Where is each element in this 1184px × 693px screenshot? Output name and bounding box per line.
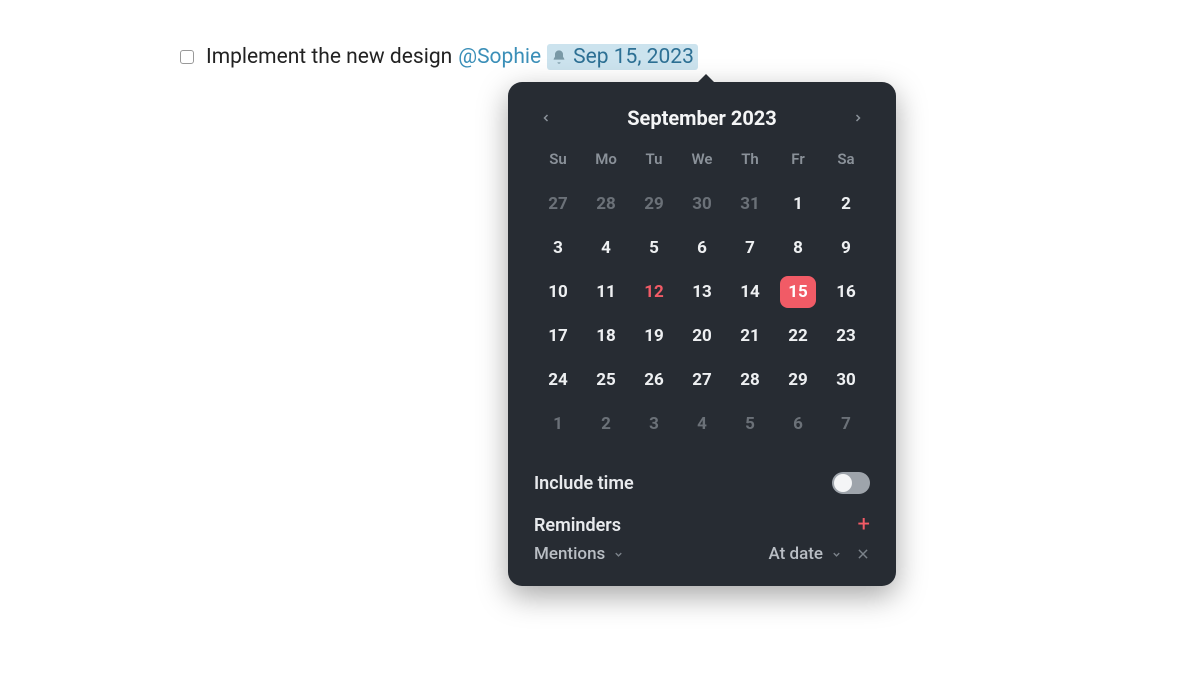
calendar-day[interactable]: 6 — [780, 408, 816, 440]
prev-month-button[interactable] — [534, 106, 558, 130]
calendar-day[interactable]: 16 — [828, 276, 864, 308]
task-line: Implement the new design @Sophie Sep 15,… — [180, 44, 698, 70]
calendar-day[interactable]: 30 — [828, 364, 864, 396]
chevron-down-icon — [831, 549, 842, 560]
reminder-when-select[interactable]: At date — [768, 544, 842, 564]
calendar-day[interactable]: 20 — [684, 320, 720, 352]
calendar-day[interactable]: 21 — [732, 320, 768, 352]
day-of-week-header: Su — [534, 150, 582, 176]
calendar-day[interactable]: 29 — [780, 364, 816, 396]
day-of-week-header: Th — [726, 150, 774, 176]
day-of-week-header: We — [678, 150, 726, 176]
reminder-type-select[interactable]: Mentions — [534, 544, 624, 564]
calendar-day[interactable]: 2 — [588, 408, 624, 440]
calendar-day[interactable]: 18 — [588, 320, 624, 352]
day-of-week-header: Sa — [822, 150, 870, 176]
calendar-day[interactable]: 4 — [588, 232, 624, 264]
calendar-day[interactable]: 4 — [684, 408, 720, 440]
task-mention[interactable]: @Sophie — [458, 45, 541, 69]
include-time-toggle[interactable] — [832, 472, 870, 494]
calendar-day[interactable]: 1 — [780, 188, 816, 220]
calendar-day[interactable]: 2 — [828, 188, 864, 220]
calendar-day[interactable]: 17 — [540, 320, 576, 352]
task-checkbox[interactable] — [180, 50, 194, 64]
calendar-day[interactable]: 19 — [636, 320, 672, 352]
calendar-day[interactable]: 3 — [636, 408, 672, 440]
chevron-down-icon — [613, 549, 624, 560]
calendar-day[interactable]: 24 — [540, 364, 576, 396]
bell-icon — [551, 49, 567, 65]
remove-reminder-button[interactable] — [856, 547, 870, 561]
calendar-day[interactable]: 30 — [684, 188, 720, 220]
toggle-knob — [834, 474, 852, 492]
reminder-when-label: At date — [768, 544, 823, 564]
date-picker-popover: September 2023 SuMoTuWeThFrSa27282930311… — [508, 82, 896, 586]
calendar-day[interactable]: 6 — [684, 232, 720, 264]
calendar-day[interactable]: 31 — [732, 188, 768, 220]
day-of-week-header: Tu — [630, 150, 678, 176]
next-month-button[interactable] — [846, 106, 870, 130]
calendar-day[interactable]: 7 — [732, 232, 768, 264]
calendar-day[interactable]: 1 — [540, 408, 576, 440]
calendar-day[interactable]: 13 — [684, 276, 720, 308]
include-time-label: Include time — [534, 473, 634, 494]
calendar-day[interactable]: 11 — [588, 276, 624, 308]
day-of-week-header: Fr — [774, 150, 822, 176]
add-reminder-button[interactable]: + — [858, 514, 870, 536]
calendar-day[interactable]: 29 — [636, 188, 672, 220]
calendar-day[interactable]: 27 — [684, 364, 720, 396]
calendar-day[interactable]: 25 — [588, 364, 624, 396]
day-of-week-header: Mo — [582, 150, 630, 176]
task-date-chip[interactable]: Sep 15, 2023 — [547, 44, 698, 70]
calendar-day[interactable]: 27 — [540, 188, 576, 220]
reminders-label: Reminders — [534, 515, 621, 536]
calendar-day[interactable]: 28 — [588, 188, 624, 220]
calendar-day[interactable]: 26 — [636, 364, 672, 396]
calendar-day[interactable]: 5 — [732, 408, 768, 440]
include-time-row: Include time — [534, 462, 870, 504]
calendar-header: September 2023 — [534, 106, 870, 130]
calendar-day[interactable]: 5 — [636, 232, 672, 264]
calendar-grid: SuMoTuWeThFrSa27282930311234567891011121… — [534, 150, 870, 440]
calendar-day[interactable]: 7 — [828, 408, 864, 440]
calendar-day[interactable]: 15 — [780, 276, 816, 308]
calendar-day[interactable]: 3 — [540, 232, 576, 264]
reminder-item: Mentions At date — [534, 538, 870, 564]
calendar-day[interactable]: 22 — [780, 320, 816, 352]
calendar-title: September 2023 — [627, 106, 777, 130]
calendar-day[interactable]: 23 — [828, 320, 864, 352]
calendar-day[interactable]: 14 — [732, 276, 768, 308]
calendar-day[interactable]: 10 — [540, 276, 576, 308]
task-text[interactable]: Implement the new design — [206, 45, 452, 69]
calendar-day[interactable]: 8 — [780, 232, 816, 264]
calendar-day[interactable]: 28 — [732, 364, 768, 396]
task-date-label: Sep 15, 2023 — [573, 45, 694, 69]
reminders-row: Reminders + — [534, 504, 870, 538]
calendar-day[interactable]: 9 — [828, 232, 864, 264]
calendar-day[interactable]: 12 — [636, 276, 672, 308]
reminder-type-label: Mentions — [534, 544, 605, 564]
